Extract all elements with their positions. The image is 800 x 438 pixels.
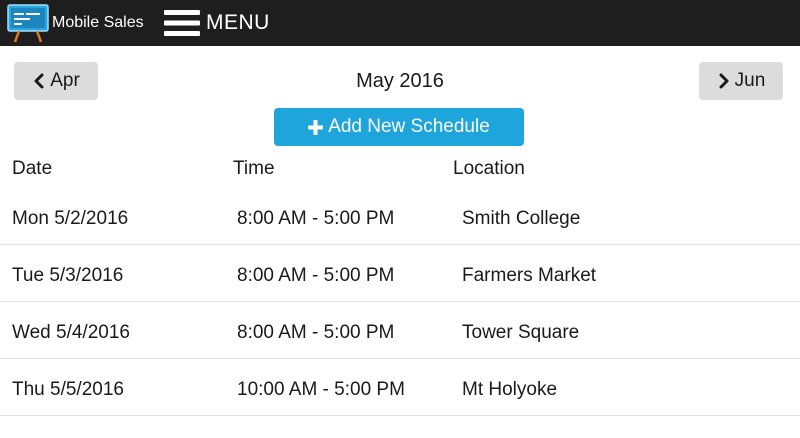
schedule-table: Date Time Location Mon 5/2/2016 8:00 AM … [0, 150, 800, 416]
table-header-row: Date Time Location [0, 150, 800, 188]
row-location: Smith College [462, 208, 581, 229]
row-time: 10:00 AM - 5:00 PM [237, 379, 405, 400]
previous-month-label: Apr [50, 70, 80, 91]
table-row[interactable]: Wed 5/4/2016 8:00 AM - 5:00 PM Tower Squ… [0, 302, 800, 359]
row-date: Wed 5/4/2016 [12, 322, 130, 343]
table-row[interactable]: Mon 5/2/2016 8:00 AM - 5:00 PM Smith Col… [0, 188, 800, 245]
row-time: 8:00 AM - 5:00 PM [237, 322, 395, 343]
date-column-header: Date [12, 158, 53, 179]
row-date: Tue 5/3/2016 [12, 265, 124, 286]
hamburger-menu-icon [164, 10, 200, 36]
next-month-button[interactable]: Jun [699, 62, 783, 100]
add-new-schedule-button[interactable]: Add New Schedule [274, 108, 524, 146]
location-column-header: Location [453, 158, 525, 179]
table-row[interactable]: Tue 5/3/2016 8:00 AM - 5:00 PM Farmers M… [0, 245, 800, 302]
row-location: Farmers Market [462, 265, 597, 286]
row-date: Mon 5/2/2016 [12, 208, 129, 229]
add-new-schedule-label: Add New Schedule [328, 116, 490, 137]
app-name: Mobile Sales [52, 14, 144, 31]
current-month-title: May 2016 [356, 70, 444, 92]
chevron-right-icon [719, 73, 729, 89]
time-column-header: Time [233, 158, 275, 179]
menu-button[interactable]: MENU [164, 6, 270, 40]
next-month-label: Jun [734, 70, 766, 91]
row-location: Tower Square [462, 322, 580, 343]
plus-icon [308, 119, 324, 135]
previous-month-button[interactable]: Apr [14, 62, 98, 100]
row-location: Mt Holyoke [462, 379, 558, 400]
row-date: Thu 5/5/2016 [12, 379, 124, 400]
row-time: 8:00 AM - 5:00 PM [237, 208, 395, 229]
row-time: 8:00 AM - 5:00 PM [237, 265, 395, 286]
chevron-left-icon [34, 73, 44, 89]
app-logo-icon[interactable] [7, 4, 49, 44]
table-row[interactable]: Thu 5/5/2016 10:00 AM - 5:00 PM Mt Holyo… [0, 359, 800, 416]
menu-label: MENU [206, 11, 270, 34]
top-bar: Mobile Sales MENU [0, 0, 800, 46]
